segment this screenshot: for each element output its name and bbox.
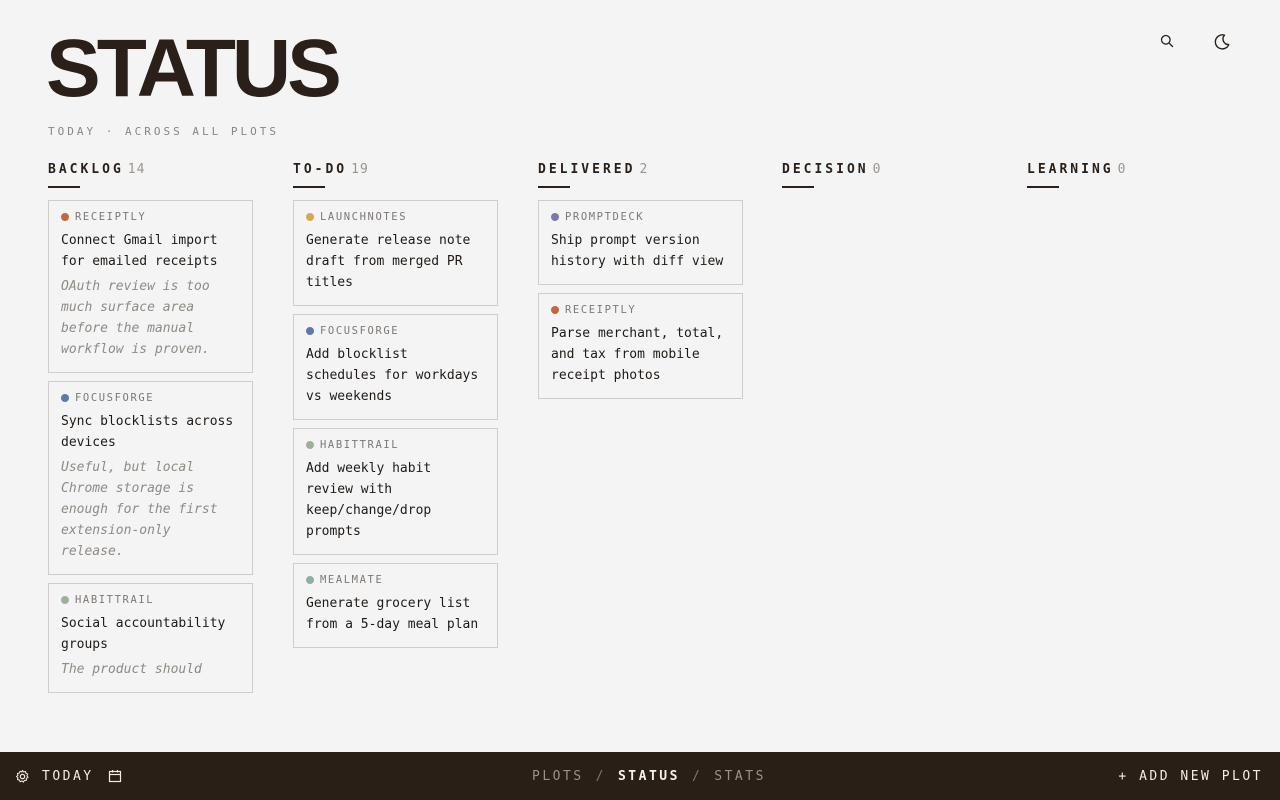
column-name: DECISION <box>782 162 869 177</box>
card-note: Useful, but local Chrome storage is enou… <box>61 460 218 559</box>
column-header: BACKLOG 14 <box>48 162 253 180</box>
column-header: LEARNING 0 <box>1027 162 1232 180</box>
task-card[interactable]: HABITTRAIL Add weekly habit review with k… <box>293 428 498 555</box>
plot-tag: PROMPTDECK <box>551 211 730 223</box>
card-list: RECEIPTLY Connect Gmail import for emaile… <box>48 200 253 693</box>
plot-color-dot <box>306 327 314 335</box>
task-card[interactable]: MEALMATE Generate grocery list from a 5-d… <box>293 563 498 648</box>
footer-left: TODAY <box>15 752 122 800</box>
plot-tag: RECEIPTLY <box>551 304 730 316</box>
plot-name: LAUNCHNOTES <box>320 211 408 223</box>
task-card[interactable]: FOCUSFORGE Sync blocklists across devices… <box>48 381 253 575</box>
column-header: DELIVERED 2 <box>538 162 743 180</box>
plot-color-dot <box>306 213 314 221</box>
card-list: PROMPTDECK Ship prompt version history wi… <box>538 200 743 399</box>
plot-name: MEALMATE <box>320 574 384 586</box>
nav-plots[interactable]: PLOTS <box>532 769 584 784</box>
column-count: 14 <box>127 162 146 177</box>
column-count: 2 <box>639 162 649 177</box>
plot-tag: HABITTRAIL <box>61 594 240 606</box>
column-underline <box>1027 186 1059 188</box>
card-title: Sync blocklists across devices <box>61 414 234 450</box>
column-delivered: DELIVERED 2 PROMPTDECK Ship prompt version… <box>538 162 743 720</box>
plot-name: RECEIPTLY <box>75 211 147 223</box>
column-header: DECISION 0 <box>782 162 987 180</box>
calendar-icon <box>108 770 121 783</box>
column-count: 0 <box>1117 162 1127 177</box>
page-subtitle: TODAY · ACROSS ALL PLOTS <box>48 125 279 138</box>
plot-name: FOCUSFORGE <box>320 325 400 337</box>
card-title: Ship prompt version history with diff vi… <box>551 233 724 269</box>
column-count: 19 <box>351 162 369 177</box>
column-decision: DECISION 0 <box>782 162 987 720</box>
plot-tag: RECEIPTLY <box>61 211 240 223</box>
plot-name: PROMPTDECK <box>565 211 645 223</box>
plot-color-dot <box>306 441 314 449</box>
plot-name: HABITTRAIL <box>320 439 400 451</box>
column-name: DELIVERED <box>538 162 636 177</box>
bottom-bar: TODAY PLOTS / STATUS / STATS + ADD NEW P… <box>0 752 1280 800</box>
plot-tag: FOCUSFORGE <box>61 392 240 404</box>
nav-status[interactable]: STATUS <box>618 769 680 784</box>
plot-color-dot <box>551 213 559 221</box>
add-new-plot-button[interactable]: + ADD NEW PLOT <box>1118 752 1263 800</box>
search-icon <box>1160 34 1174 48</box>
plot-color-dot <box>61 394 69 402</box>
card-title: Parse merchant, total, and tax from mobi… <box>551 326 724 383</box>
card-list: LAUNCHNOTES Generate release note draft f… <box>293 200 498 648</box>
plot-name: HABITTRAIL <box>75 594 155 606</box>
plot-color-dot <box>61 213 69 221</box>
card-note: The product should <box>61 662 202 677</box>
column-todo: TO-DO 19 LAUNCHNOTES Generate release note… <box>293 162 498 720</box>
card-title: Add blocklist schedules for workdays vs … <box>306 347 479 404</box>
task-card[interactable]: LAUNCHNOTES Generate release note draft f… <box>293 200 498 306</box>
column-count: 0 <box>872 162 882 177</box>
column-underline <box>48 186 80 188</box>
card-title: Social accountability groups <box>61 616 226 652</box>
plot-name: RECEIPTLY <box>565 304 637 316</box>
column-backlog: BACKLOG 14 RECEIPTLY Connect Gmail import … <box>48 162 253 720</box>
task-card[interactable]: PROMPTDECK Ship prompt version history wi… <box>538 200 743 285</box>
column-name: LEARNING <box>1027 162 1114 177</box>
plot-tag: HABITTRAIL <box>306 439 485 451</box>
task-card[interactable]: RECEIPTLY Parse merchant, total, and tax … <box>538 293 743 399</box>
nav-separator: / <box>691 768 703 784</box>
card-title: Connect Gmail import for emailed receipt… <box>61 233 218 269</box>
column-name: BACKLOG <box>48 162 124 177</box>
column-underline <box>293 186 325 188</box>
column-header: TO-DO 19 <box>293 162 498 180</box>
card-title: Generate grocery list from a 5-day meal … <box>306 596 479 632</box>
task-card[interactable]: HABITTRAIL Social accountability groups Th… <box>48 583 253 693</box>
column-underline <box>538 186 570 188</box>
plot-tag: MEALMATE <box>306 574 485 586</box>
column-name: TO-DO <box>293 162 348 177</box>
plot-tag: FOCUSFORGE <box>306 325 485 337</box>
plot-color-dot <box>61 596 69 604</box>
search-button[interactable] <box>1156 30 1178 52</box>
nav-separator: / <box>595 768 606 784</box>
plot-tag: LAUNCHNOTES <box>306 211 485 223</box>
settings-button[interactable] <box>15 769 30 784</box>
task-card[interactable]: FOCUSFORGE Add blocklist schedules for wo… <box>293 314 498 420</box>
view-nav: PLOTS / STATUS / STATS <box>532 752 766 800</box>
task-card[interactable]: RECEIPTLY Connect Gmail import for emaile… <box>48 200 253 373</box>
card-title: Add weekly habit review with keep/change… <box>306 461 432 539</box>
card-note: OAuth review is too much surface area be… <box>61 279 210 357</box>
column-underline <box>782 186 814 188</box>
column-learning: LEARNING 0 <box>1027 162 1232 720</box>
theme-toggle-button[interactable] <box>1211 31 1233 53</box>
moon-icon <box>1214 34 1230 50</box>
nav-stats[interactable]: STATS <box>714 769 766 784</box>
plot-name: FOCUSFORGE <box>75 392 155 404</box>
calendar-button[interactable] <box>108 769 122 783</box>
plot-color-dot <box>306 576 314 584</box>
status-board: BACKLOG 14 RECEIPTLY Connect Gmail import … <box>48 162 1280 720</box>
gear-icon <box>15 769 29 783</box>
card-title: Generate release note draft from merged … <box>306 233 471 290</box>
today-label[interactable]: TODAY <box>42 769 94 784</box>
page-title: STATUS <box>46 23 342 114</box>
plot-color-dot <box>551 306 559 314</box>
